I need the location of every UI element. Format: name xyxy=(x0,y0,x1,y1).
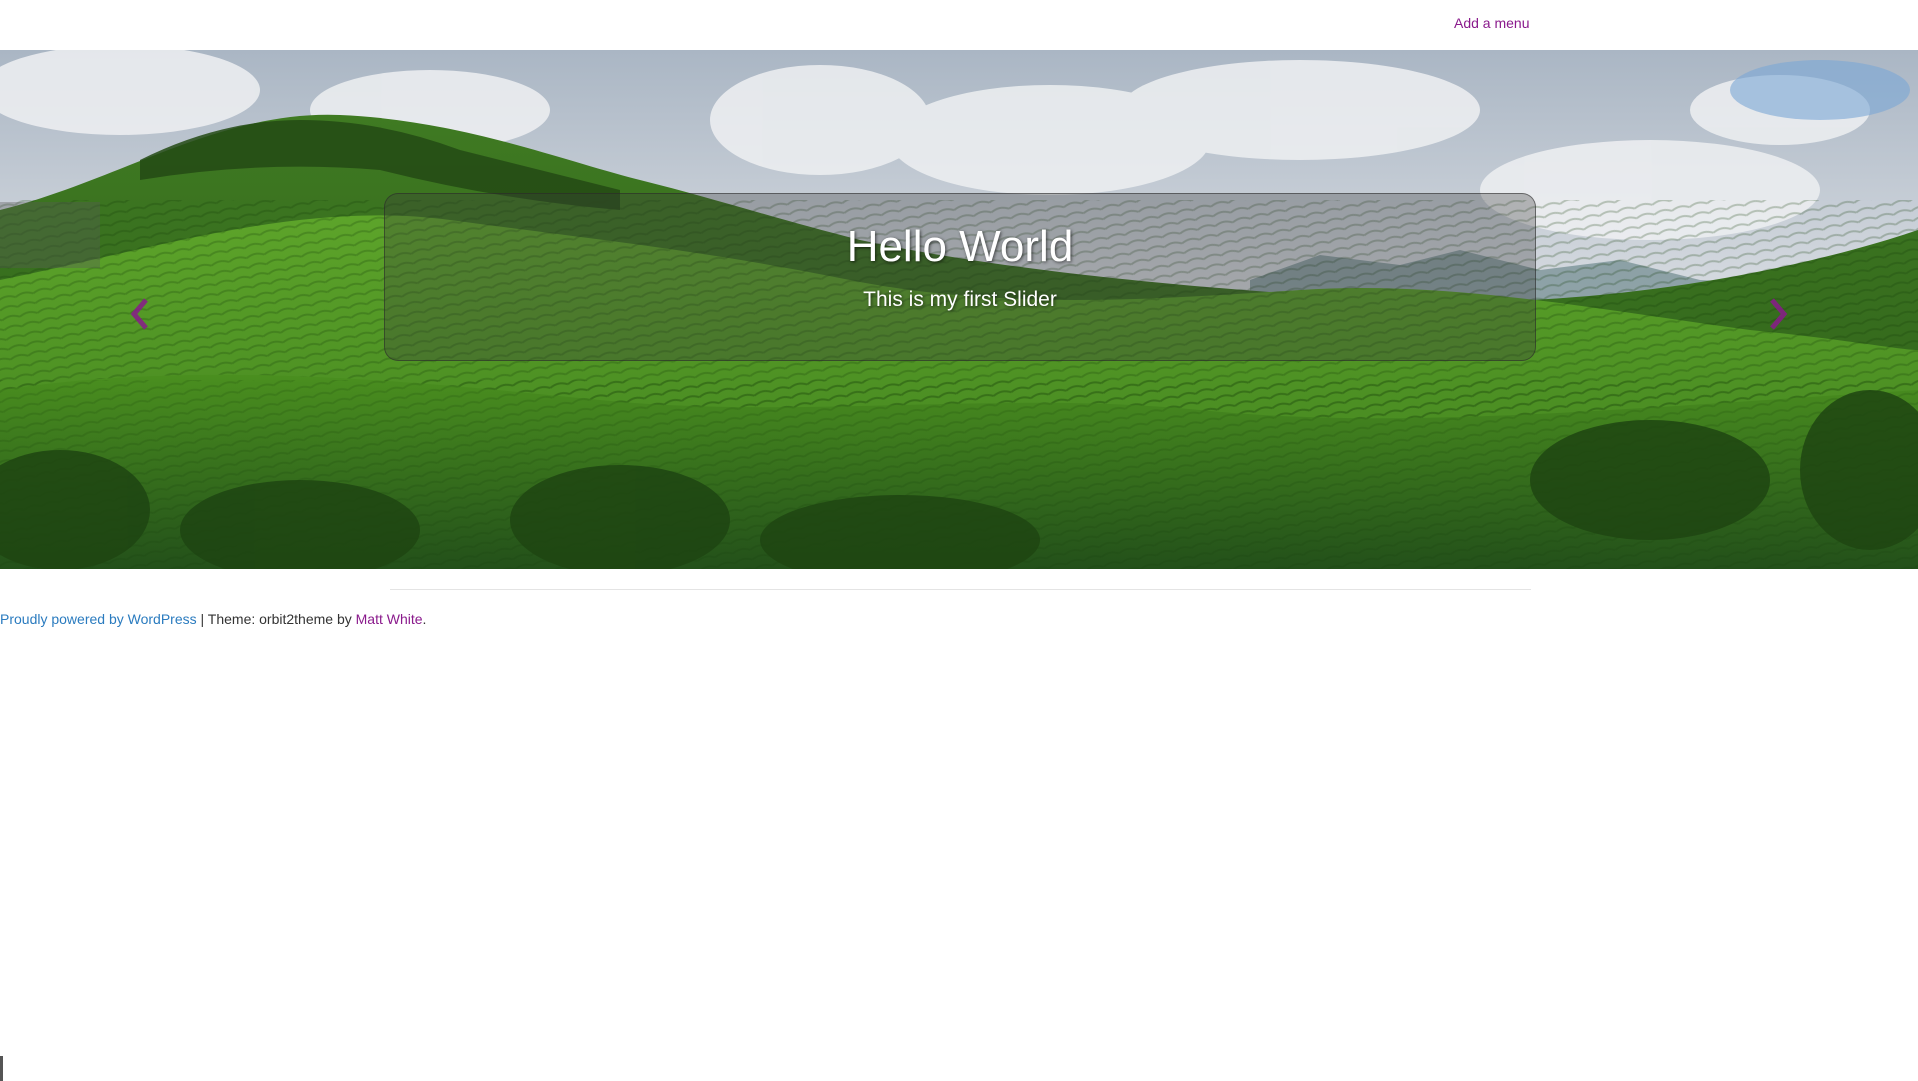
slide-caption: Hello World This is my first Slider xyxy=(384,193,1536,361)
author-link[interactable]: Matt White xyxy=(356,611,423,627)
footer-separator: | xyxy=(196,611,208,627)
theme-credit: Theme: orbit2theme by xyxy=(207,611,356,627)
wordpress-link[interactable]: Proudly powered by WordPress xyxy=(0,611,197,627)
slide-title: Hello World xyxy=(846,222,1074,271)
slide-subtitle: This is my first Slider xyxy=(863,288,1057,311)
chevron-right-icon xyxy=(1770,298,1788,330)
slider-left-strip xyxy=(0,202,100,268)
footer-period: . xyxy=(422,611,427,627)
site-footer: Proudly powered by WordPress | Theme: or… xyxy=(0,611,426,627)
slider-next-button[interactable] xyxy=(1762,294,1792,334)
chevron-left-icon xyxy=(130,298,148,330)
footer-divider xyxy=(390,589,1531,590)
slider-prev-button[interactable] xyxy=(126,294,156,334)
hero-slider: Hello World This is my first Slider xyxy=(0,50,1918,569)
top-nav-bar: Add a menu xyxy=(0,0,1918,50)
scroll-marker xyxy=(0,1056,3,1081)
add-menu-link[interactable]: Add a menu xyxy=(1454,15,1530,31)
